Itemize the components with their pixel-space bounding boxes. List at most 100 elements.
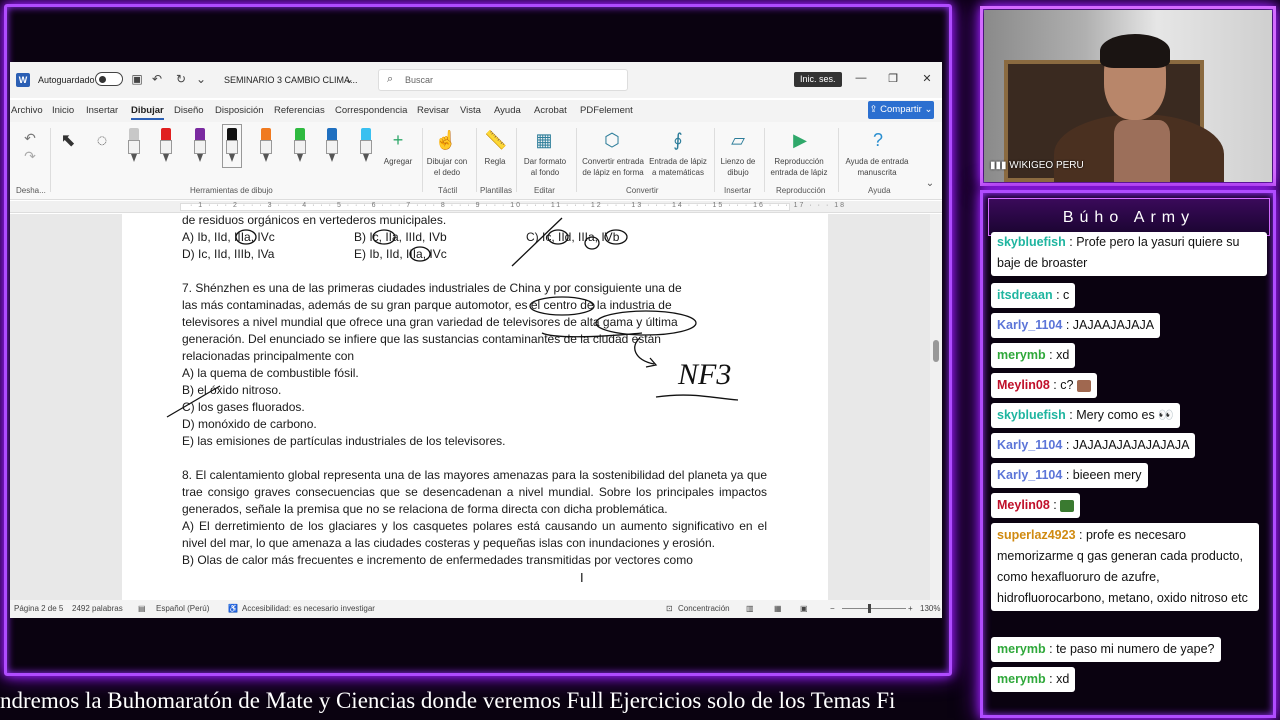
pen-purple-icon[interactable] — [194, 128, 206, 164]
tab-inicio[interactable]: Inicio — [52, 105, 74, 116]
pen-silver-icon[interactable] — [128, 128, 140, 164]
autosave-toggle[interactable] — [95, 72, 123, 86]
chat-user[interactable]: merymb — [997, 642, 1046, 656]
proofing-icon[interactable]: ▤ — [138, 604, 146, 613]
ribbon-separator — [764, 128, 765, 192]
zoom-out-icon[interactable]: − — [830, 604, 835, 613]
ruler-label[interactable]: Regla — [480, 156, 510, 167]
title-chevron-icon[interactable]: ⌄ — [342, 72, 356, 86]
word-window: W Autoguardado ▣ ↶ ↻ ⌄ SEMINARIO 3 CAMBI… — [10, 62, 942, 618]
signin-button[interactable]: Inic. ses. — [794, 72, 842, 87]
q6-option-d: D) Ic, IId, IIIb, IVa — [182, 247, 275, 261]
drawing-canvas-icon[interactable]: ▱ — [726, 128, 750, 152]
chat-user[interactable]: Karly_1104 — [997, 438, 1062, 452]
accessibility-icon[interactable]: ♿ — [228, 604, 238, 613]
chat-user[interactable]: Meylin08 — [997, 378, 1050, 392]
vertical-scrollbar[interactable] — [930, 214, 942, 600]
status-language[interactable]: Español (Perú) — [156, 604, 209, 613]
print-layout-icon[interactable]: ▦ — [774, 604, 782, 613]
tab-correspondencia[interactable]: Correspondencia — [335, 105, 407, 116]
read-mode-icon[interactable]: ▥ — [746, 604, 754, 613]
add-pen-icon[interactable]: + — [386, 128, 410, 152]
tab-referencias[interactable]: Referencias — [274, 105, 325, 116]
pen-orange-icon[interactable] — [260, 128, 272, 164]
pen-red-icon[interactable] — [160, 128, 172, 164]
redo-icon[interactable]: ↻ — [174, 72, 188, 86]
draw-finger-icon[interactable]: ☝ — [434, 128, 458, 152]
ink-math-label[interactable]: Entrada de lápiz a matemáticas — [648, 156, 708, 178]
edit-group-label: Editar — [534, 186, 555, 195]
status-accessibility[interactable]: Accesibilidad: es necesario investigar — [242, 604, 375, 613]
ink-help-icon[interactable]: ? — [866, 128, 890, 152]
ruler-icon[interactable]: 📏 — [484, 128, 508, 152]
add-pen-label[interactable]: Agregar — [380, 156, 416, 167]
status-page[interactable]: Página 2 de 5 — [14, 604, 63, 613]
focus-icon[interactable]: ⊡ — [666, 604, 673, 613]
pen-black-icon[interactable] — [222, 124, 242, 168]
tab-vista[interactable]: Vista — [460, 105, 481, 116]
tab-ayuda[interactable]: Ayuda — [494, 105, 521, 116]
redo-ribbon-icon[interactable]: ↷ — [18, 144, 42, 168]
customize-toolbar-icon[interactable]: ⌄ — [194, 72, 208, 86]
document-title[interactable]: SEMINARIO 3 CAMBIO CLIMA... — [224, 75, 358, 85]
convert-shape-icon[interactable]: ⬡ — [600, 128, 624, 152]
close-icon[interactable]: ✕ — [920, 72, 934, 85]
zoom-slider[interactable] — [842, 608, 906, 609]
tab-insertar[interactable]: Insertar — [86, 105, 118, 116]
search-box[interactable]: ⌕ Buscar — [378, 69, 628, 91]
webcam-feed: ▮▮▮ WIKIGEO PERU — [984, 10, 1272, 182]
tab-revisar[interactable]: Revisar — [417, 105, 449, 116]
ribbon-separator — [422, 128, 423, 192]
undo-icon[interactable]: ↶ — [150, 72, 164, 86]
chat-user[interactable]: merymb — [997, 348, 1046, 362]
ribbon-collapse-icon[interactable]: ⌄ — [918, 172, 942, 196]
restore-icon[interactable]: ❐ — [886, 72, 900, 85]
drawing-canvas-label[interactable]: Lienzo de dibujo — [718, 156, 758, 178]
webcam-name: WIKIGEO PERU — [1009, 160, 1084, 171]
chat-user[interactable]: superlaz4923 — [997, 528, 1076, 542]
insert-group-label: Insertar — [724, 186, 752, 195]
highlighter-green-icon[interactable] — [294, 128, 306, 164]
pen-cyan-icon[interactable] — [360, 128, 372, 164]
chat-user[interactable]: Meylin08 — [997, 498, 1050, 512]
chat-user[interactable]: skybluefish — [997, 235, 1066, 249]
status-words[interactable]: 2492 palabras — [72, 604, 123, 613]
chat-user[interactable]: itsdreaan — [997, 288, 1053, 302]
minimize-icon[interactable]: — — [854, 72, 868, 84]
ink-math-icon[interactable]: ∮ — [666, 128, 690, 152]
draw-finger-label[interactable]: Dibujar con el dedo — [424, 156, 470, 178]
chat-text: bieeen mery — [1072, 468, 1142, 482]
tab-dibujar[interactable]: Dibujar — [131, 105, 164, 120]
zoom-slider-handle[interactable] — [868, 604, 871, 613]
background-format-icon[interactable]: ▦ — [532, 128, 556, 152]
status-focus[interactable]: Concentración — [678, 604, 730, 613]
share-label: Compartir — [880, 104, 922, 115]
share-button[interactable]: ⇪ Compartir ⌄ — [868, 101, 934, 119]
tab-disposicion[interactable]: Disposición — [215, 105, 264, 116]
save-icon[interactable]: ▣ — [130, 72, 144, 86]
ink-replay-label[interactable]: Reproducción entrada de lápiz — [766, 156, 832, 178]
document-page[interactable]: de residuos orgánicos en vertederos muni… — [122, 214, 828, 600]
chat-user[interactable]: skybluefish — [997, 408, 1066, 422]
tab-archivo[interactable]: Archivo — [11, 105, 43, 116]
chat-user[interactable]: Karly_1104 — [997, 468, 1062, 482]
lasso-select-icon[interactable]: ◌ — [90, 128, 114, 152]
web-layout-icon[interactable]: ▣ — [800, 604, 808, 613]
convert-shape-label[interactable]: Convertir entrada de lápiz en forma — [580, 156, 646, 178]
select-cursor-icon[interactable]: ⬉ — [56, 128, 80, 152]
chat-user[interactable]: merymb — [997, 672, 1046, 686]
status-zoom[interactable]: 130% — [920, 604, 940, 613]
background-format-label[interactable]: Dar formato al fondo — [520, 156, 570, 178]
chat-user[interactable]: Karly_1104 — [997, 318, 1062, 332]
tab-diseno[interactable]: Diseño — [174, 105, 204, 116]
ink-help-label[interactable]: Ayuda de entrada manuscrita — [842, 156, 912, 178]
pen-blue-icon[interactable] — [326, 128, 338, 164]
chat-text: Mery como es — [1076, 408, 1155, 422]
zoom-in-icon[interactable]: + — [908, 604, 913, 613]
document-text[interactable]: de residuos orgánicos en vertederos muni… — [182, 214, 767, 569]
tab-acrobat[interactable]: Acrobat — [534, 105, 567, 116]
tab-pdfelement[interactable]: PDFelement — [580, 105, 633, 116]
search-input[interactable]: Buscar — [405, 75, 433, 85]
ink-replay-icon[interactable]: ▶ — [788, 128, 812, 152]
scrollbar-thumb[interactable] — [933, 340, 939, 362]
